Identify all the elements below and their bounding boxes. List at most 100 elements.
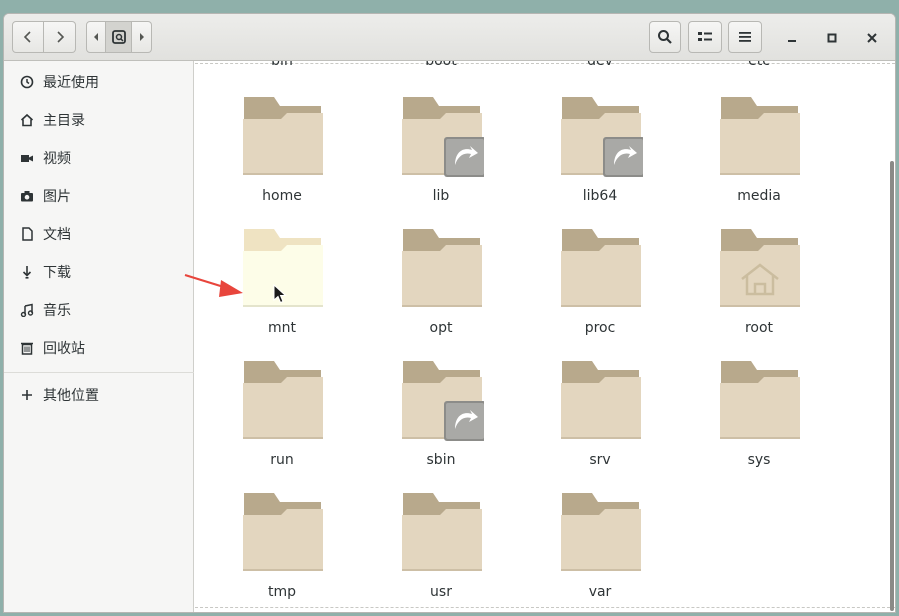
minimize-button[interactable] — [780, 26, 804, 50]
sidebar-item-label: 下载 — [43, 265, 71, 281]
folder-icon — [720, 229, 800, 307]
file-label: opt — [429, 320, 453, 336]
chevron-left-icon — [23, 31, 31, 43]
file-label: lib — [432, 188, 450, 204]
sidebar-item-trash[interactable]: 回收站 — [4, 333, 194, 363]
file-label[interactable]: bin — [212, 61, 352, 69]
folder-item[interactable]: usr — [371, 491, 511, 612]
file-label: media — [737, 188, 781, 204]
trash-icon — [19, 340, 35, 356]
path-bar — [86, 21, 152, 53]
history-nav — [12, 21, 76, 53]
sidebar-item-label: 其他位置 — [43, 388, 99, 404]
folder-item[interactable]: root — [689, 227, 829, 352]
maximize-button[interactable] — [820, 26, 844, 50]
sidebar-item-label: 主目录 — [43, 113, 85, 129]
folder-icon — [561, 493, 641, 571]
file-label[interactable]: boot — [371, 61, 511, 69]
file-label: var — [588, 584, 612, 600]
back-button[interactable] — [12, 21, 44, 53]
file-label: sbin — [426, 452, 456, 468]
vertical-scrollbar[interactable] — [890, 161, 894, 611]
sidebar-item-label: 文档 — [43, 227, 71, 243]
chevron-right-icon — [56, 31, 64, 43]
symlink-emblem-icon — [603, 137, 643, 177]
folder-icon — [243, 361, 323, 439]
file-manager-window: 最近使用 主目录 视频 图片 文档 下载 音乐 回收站 其他位置 bin boo… — [3, 13, 896, 613]
folder-item[interactable]: srv — [530, 359, 670, 484]
sidebar-item-downloads[interactable]: 下载 — [4, 257, 194, 287]
sidebar: 最近使用 主目录 视频 图片 文档 下载 音乐 回收站 其他位置 — [4, 61, 194, 612]
folder-item[interactable]: tmp — [212, 491, 352, 612]
sidebar-item-label: 音乐 — [43, 303, 71, 319]
folder-icon — [243, 493, 323, 571]
file-label: lib64 — [582, 188, 618, 204]
sidebar-item-music[interactable]: 音乐 — [4, 295, 194, 325]
folder-item[interactable]: media — [689, 95, 829, 220]
close-button[interactable] — [860, 26, 884, 50]
view-toggle-button[interactable] — [688, 21, 722, 53]
clock-icon — [19, 74, 35, 90]
folder-item[interactable]: home — [212, 95, 352, 220]
file-label[interactable]: dev — [530, 61, 670, 69]
search-icon — [658, 30, 672, 44]
path-scroll-right-button[interactable] — [132, 21, 152, 53]
sidebar-item-label: 图片 — [43, 189, 71, 205]
folder-icon — [402, 361, 484, 441]
sidebar-item-videos[interactable]: 视频 — [4, 143, 194, 173]
folder-item[interactable]: run — [212, 359, 352, 484]
folder-item[interactable]: var — [530, 491, 670, 612]
music-icon — [19, 302, 35, 318]
forward-button[interactable] — [44, 21, 76, 53]
folder-icon — [561, 97, 643, 177]
file-label: srv — [589, 452, 611, 468]
list-view-icon — [698, 32, 712, 41]
download-icon — [19, 264, 35, 280]
folder-item[interactable]: lib — [371, 95, 511, 220]
folder-item[interactable]: sys — [689, 359, 829, 484]
folder-item[interactable]: proc — [530, 227, 670, 352]
folder-icon — [402, 229, 482, 307]
file-label: sys — [747, 452, 771, 468]
file-label[interactable]: etc — [689, 61, 829, 69]
sidebar-item-home[interactable]: 主目录 — [4, 105, 194, 135]
hamburger-icon — [739, 32, 751, 42]
sidebar-item-label: 视频 — [43, 151, 71, 167]
sidebar-item-other-locations[interactable]: 其他位置 — [4, 380, 194, 410]
sidebar-item-label: 最近使用 — [43, 75, 99, 91]
menu-button[interactable] — [728, 21, 762, 53]
file-label: root — [744, 320, 774, 336]
header-bar — [4, 14, 895, 61]
file-label: usr — [430, 584, 452, 600]
triangle-left-icon — [94, 33, 98, 41]
minimize-icon — [788, 40, 796, 42]
file-grid: bin boot dev etc home lib lib64 media mnt opt… — [195, 61, 895, 612]
folder-icon — [243, 97, 323, 175]
sidebar-item-pictures[interactable]: 图片 — [4, 181, 194, 211]
folder-icon — [561, 229, 641, 307]
home-icon — [19, 112, 35, 128]
file-label: run — [270, 452, 294, 468]
folder-item[interactable]: opt — [371, 227, 511, 352]
folder-item[interactable]: lib64 — [530, 95, 670, 220]
file-label: home — [262, 188, 302, 204]
symlink-emblem-icon — [444, 401, 484, 441]
folder-icon — [402, 493, 482, 571]
sidebar-item-recent[interactable]: 最近使用 — [4, 67, 194, 97]
folder-icon — [402, 97, 484, 177]
annotation-arrow — [184, 273, 243, 297]
sidebar-item-label: 回收站 — [43, 341, 85, 357]
video-icon — [19, 150, 35, 166]
sidebar-separator — [4, 372, 194, 373]
folder-icon — [561, 361, 641, 439]
folder-item[interactable]: sbin — [371, 359, 511, 484]
path-scroll-left-button[interactable] — [86, 21, 106, 53]
maximize-icon — [827, 33, 837, 43]
search-button[interactable] — [649, 21, 681, 53]
folder-icon — [720, 361, 800, 439]
sidebar-item-documents[interactable]: 文档 — [4, 219, 194, 249]
drive-root-icon — [111, 30, 126, 44]
path-root-button[interactable] — [106, 21, 132, 53]
close-icon — [867, 33, 877, 43]
file-label: tmp — [267, 584, 296, 600]
